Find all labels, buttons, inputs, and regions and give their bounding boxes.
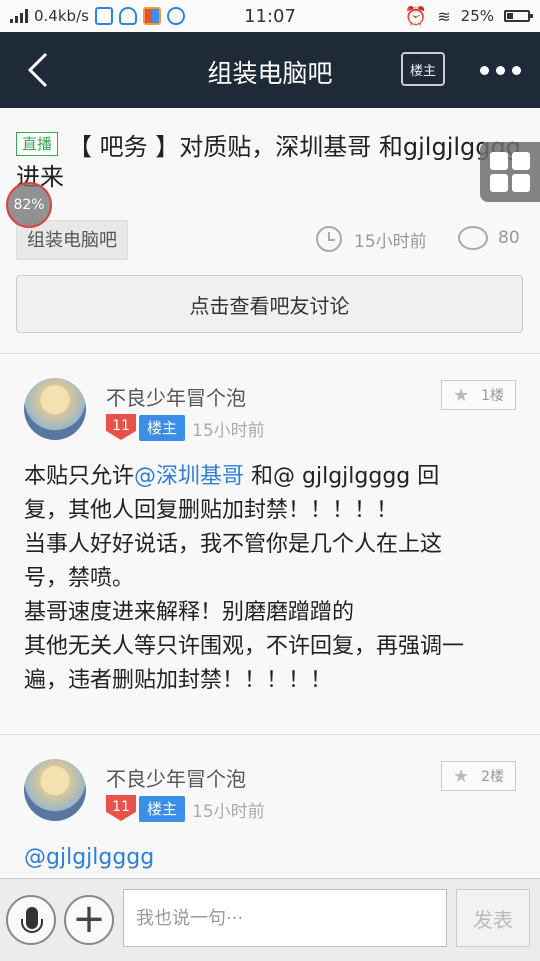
voice-button[interactable] xyxy=(6,895,56,945)
clock-icon xyxy=(316,226,342,252)
reply-input[interactable] xyxy=(123,889,447,947)
view-discussion-button[interactable]: 点击查看吧友讨论 xyxy=(16,275,523,333)
post-time: 15小时前 xyxy=(316,226,427,252)
comment-count-text: 80 xyxy=(498,228,520,248)
username[interactable]: 不良少年冒个泡 xyxy=(106,382,246,411)
avatar[interactable] xyxy=(24,759,86,821)
page-title: 组装电脑吧 xyxy=(207,59,333,88)
content-line: 其他无关人等只许围观，不许回复，再强调一 xyxy=(24,634,465,659)
floor-content: 本贴只允许@深圳基哥 和@ gjlgjlgggg 回 复，其他人回复删贴加封禁！… xyxy=(24,460,516,698)
level-badge: 11 xyxy=(106,414,136,440)
post-title: 【 吧务 】对质贴，深圳基哥 和gjlgjlgggg 进来 xyxy=(16,132,523,191)
avatar[interactable] xyxy=(24,378,86,440)
content-line: 遍，违者删贴加封禁！！！！！ xyxy=(24,668,333,693)
mention-link[interactable]: @gjlgjlgggg xyxy=(24,845,154,870)
battery-percent: 25% xyxy=(460,7,494,25)
post-time-text: 15小时前 xyxy=(354,231,427,252)
comment-count[interactable]: 80 xyxy=(458,226,520,250)
battery-icon xyxy=(504,10,533,22)
op-tag: 楼主 xyxy=(139,796,185,822)
content-text: 和@ gjlgjlgggg 回 xyxy=(244,464,440,489)
content-text: 本贴只允许 xyxy=(24,464,135,489)
floor-number-button[interactable]: ★ 1楼 xyxy=(441,380,516,410)
grid-menu-icon[interactable] xyxy=(480,142,540,202)
post-title-line1: 【 吧务 】对质贴，深圳基哥 和gjlgjlgggg xyxy=(68,133,521,161)
content-line: 复，其他人回复删贴加封禁！！！！！ xyxy=(24,498,399,523)
status-right: ⏰ ≋ 25% xyxy=(404,5,533,27)
comment-icon xyxy=(458,226,488,250)
floor-time: 15小时前 xyxy=(192,802,265,822)
floor-number-button[interactable]: ★ 2楼 xyxy=(441,761,516,791)
content-line: 当事人好好说话，我不管你是几个人在上这 xyxy=(24,532,443,557)
floor-post-1: 不良少年冒个泡 11 楼主 15小时前 ★ 1楼 本贴只允许@深圳基哥 和@ g… xyxy=(0,354,540,735)
mention-link[interactable]: @深圳基哥 xyxy=(134,464,244,489)
floor-time: 15小时前 xyxy=(192,421,265,441)
top-navigation-bar: 组装电脑吧 楼主 xyxy=(0,32,540,108)
floor-number: 1楼 xyxy=(481,388,505,404)
star-icon: ★ xyxy=(452,765,470,787)
level-badge: 11 xyxy=(106,795,136,821)
live-tag: 直播 xyxy=(16,132,58,156)
star-icon: ★ xyxy=(452,384,470,406)
username[interactable]: 不良少年冒个泡 xyxy=(106,763,246,792)
status-bar: 0.4kb/s 11:07 ⏰ ≋ 25% xyxy=(0,0,540,32)
content-line: 基哥速度进来解释！别磨磨蹭蹭的 xyxy=(24,600,355,625)
more-dots-icon[interactable] xyxy=(480,66,521,75)
add-button[interactable]: + xyxy=(64,895,114,945)
floor-post-2: 不良少年冒个泡 11 楼主 15小时前 ★ 2楼 @gjlgjlgggg xyxy=(0,735,540,878)
post-header: 直播 【 吧务 】对质贴，深圳基哥 和gjlgjlgggg 进来 组装电脑吧 1… xyxy=(0,108,540,354)
microphone-stand xyxy=(21,919,43,933)
progress-badge[interactable]: 82% xyxy=(6,182,52,228)
content-line: 号，禁喷。 xyxy=(24,566,135,591)
floor-number: 2楼 xyxy=(481,769,505,785)
reply-input-bar: + 发表 xyxy=(0,878,540,961)
floor-content: @gjlgjlgggg xyxy=(24,841,516,875)
wifi-icon: ≋ xyxy=(437,6,451,26)
op-tag: 楼主 xyxy=(139,415,185,441)
only-op-button[interactable]: 楼主 xyxy=(401,52,445,86)
alarm-icon: ⏰ xyxy=(404,5,428,27)
content-line: 本贴只允许@深圳基哥 和@ gjlgjlgggg 回 xyxy=(24,460,516,494)
send-button[interactable]: 发表 xyxy=(456,889,530,947)
